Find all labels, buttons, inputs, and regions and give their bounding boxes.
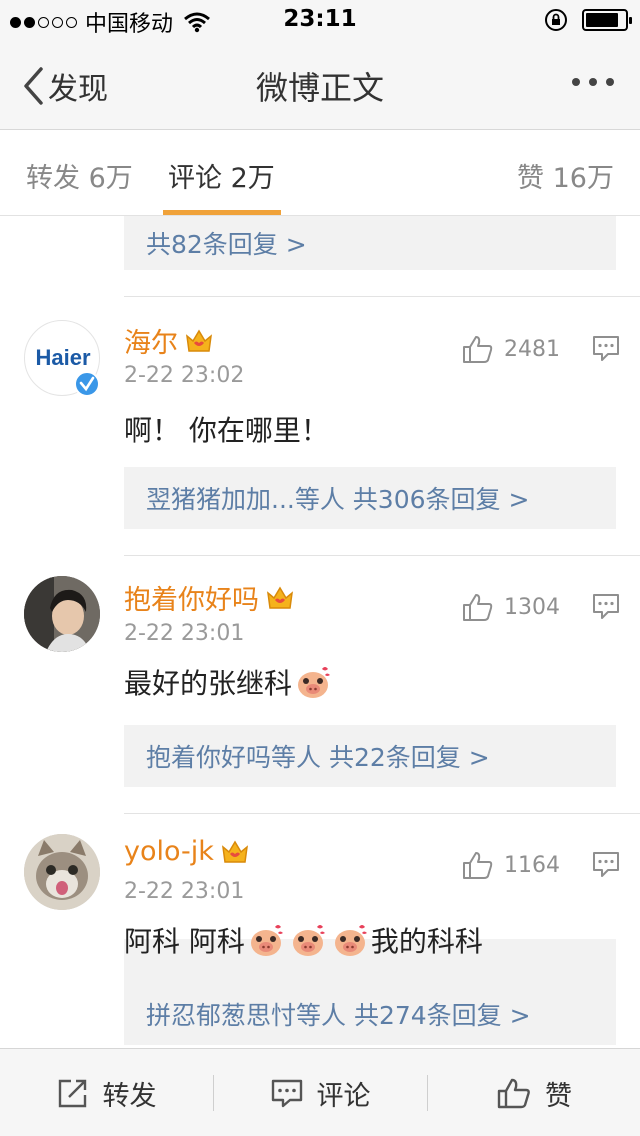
comment-author-name: 抱着你好吗 xyxy=(124,585,259,616)
like-count: 1164 xyxy=(504,852,560,878)
like-count: 1304 xyxy=(504,594,560,620)
thumb-up-icon xyxy=(497,1078,530,1109)
avatar[interactable] xyxy=(24,834,100,910)
avatar-initials: Haier xyxy=(35,345,90,370)
pig-emoji-icon xyxy=(292,925,325,956)
tab-likes[interactable]: 赞 16万 xyxy=(517,156,614,195)
comment-author[interactable]: yolo-jk xyxy=(124,836,250,867)
like-label: 赞 xyxy=(545,1080,572,1112)
thumb-up-icon xyxy=(463,852,493,879)
comment-icon xyxy=(271,1079,302,1108)
battery-level xyxy=(586,13,619,27)
more-dot xyxy=(606,78,614,86)
comment-icon xyxy=(593,852,619,877)
comment-item: Haier 海尔 2-22 23:02 2481 啊！ 你在哪里！ 翌猪猪加加.… xyxy=(0,297,640,555)
status-bar: 中国移动 23:11 xyxy=(0,0,640,40)
pig-emoji-icon xyxy=(250,925,283,956)
comment-time: 2-22 23:02 xyxy=(124,363,245,388)
comment-button[interactable]: 评论 xyxy=(214,1049,427,1136)
verified-badge-icon xyxy=(74,371,100,397)
avatar[interactable] xyxy=(24,576,100,652)
comment-time: 2-22 23:01 xyxy=(124,621,245,646)
interaction-tabs: 转发 6万 评论 2万 赞 16万 xyxy=(0,130,640,216)
comment-author[interactable]: 海尔 xyxy=(124,321,214,360)
comment-item: 抱着你好吗 2-22 23:01 1304 最好的张继科 抱着你好吗等人 共22… xyxy=(0,556,640,1001)
more-dot xyxy=(572,78,580,86)
comment-author-name: yolo-jk xyxy=(124,836,214,867)
comment-label: 评论 xyxy=(316,1080,371,1112)
comment-time: 2-22 23:01 xyxy=(124,879,245,904)
more-button[interactable] xyxy=(572,78,614,86)
reply-summary-link[interactable]: 拼忍郁葱思忖等人 共274条回复 > xyxy=(124,983,616,1045)
comment-text-part: 我的科科 xyxy=(370,925,483,958)
like-count: 2481 xyxy=(504,336,560,362)
comment-text: 啊！ 你在哪里！ xyxy=(124,414,329,447)
pig-emoji-icon xyxy=(334,925,367,956)
comment-icon xyxy=(593,336,619,361)
repost-label: 转发 xyxy=(102,1080,157,1112)
comment-text: 最好的张继科 xyxy=(124,662,334,702)
navigation-bar: 发现 微博正文 xyxy=(0,40,640,130)
comment-feed[interactable]: 共82条回复 > Haier 海尔 2-22 23:02 2481 啊！ 你在哪… xyxy=(0,216,640,1048)
bottom-action-bar: 转发 评论 赞 xyxy=(0,1048,640,1136)
like-button[interactable]: 赞 xyxy=(428,1049,640,1136)
avatar-photo xyxy=(24,576,100,652)
avatar-photo xyxy=(24,834,100,910)
reply-button[interactable] xyxy=(592,334,620,366)
like-button[interactable]: 1164 xyxy=(462,850,560,880)
repost-button[interactable]: 转发 xyxy=(0,1049,213,1136)
comment-text-part: 阿科 阿科 xyxy=(124,925,245,958)
comment-author[interactable]: 抱着你好吗 xyxy=(124,578,295,617)
reply-button[interactable] xyxy=(592,850,620,882)
comment-item: yolo-jk 2-22 23:01 1164 阿科 阿科 我的科科 拼忍郁葱思… xyxy=(0,814,640,1048)
thumb-up-icon xyxy=(463,594,493,621)
reply-button[interactable] xyxy=(592,592,620,624)
member-crown-icon xyxy=(186,329,212,352)
like-button[interactable]: 1304 xyxy=(462,592,560,622)
tab-reposts[interactable]: 转发 6万 xyxy=(26,156,133,195)
member-crown-icon xyxy=(267,586,293,609)
tab-comments[interactable]: 评论 2万 xyxy=(168,156,275,195)
comment-author-name: 海尔 xyxy=(124,328,178,359)
active-tab-indicator xyxy=(163,210,281,215)
status-right xyxy=(544,8,632,32)
page-title: 微博正文 xyxy=(255,69,384,107)
weibo-detail-page: 中国移动 23:11 发现 微博正文 转发 6万 评论 2万 赞 16万 共82… xyxy=(0,0,640,1136)
comment-text: 阿科 阿科 我的科科 xyxy=(124,920,483,960)
like-button[interactable]: 2481 xyxy=(462,334,560,364)
member-crown-icon xyxy=(221,840,248,863)
rotation-lock-icon xyxy=(545,9,567,31)
thumb-up-icon xyxy=(463,336,493,363)
comment-text-content: 最好的张继科 xyxy=(124,667,293,700)
repost-icon xyxy=(58,1079,86,1108)
reply-summary-link[interactable]: 共82条回复 > xyxy=(124,216,616,270)
more-dot xyxy=(589,78,597,86)
reply-summary-link[interactable]: 翌猪猪加加...等人 共306条回复 > xyxy=(124,467,616,529)
battery-icon xyxy=(582,9,632,31)
reply-summary-link[interactable]: 抱着你好吗等人 共22条回复 > xyxy=(124,725,616,787)
comment-icon xyxy=(593,594,619,619)
pig-emoji-icon xyxy=(298,667,331,698)
